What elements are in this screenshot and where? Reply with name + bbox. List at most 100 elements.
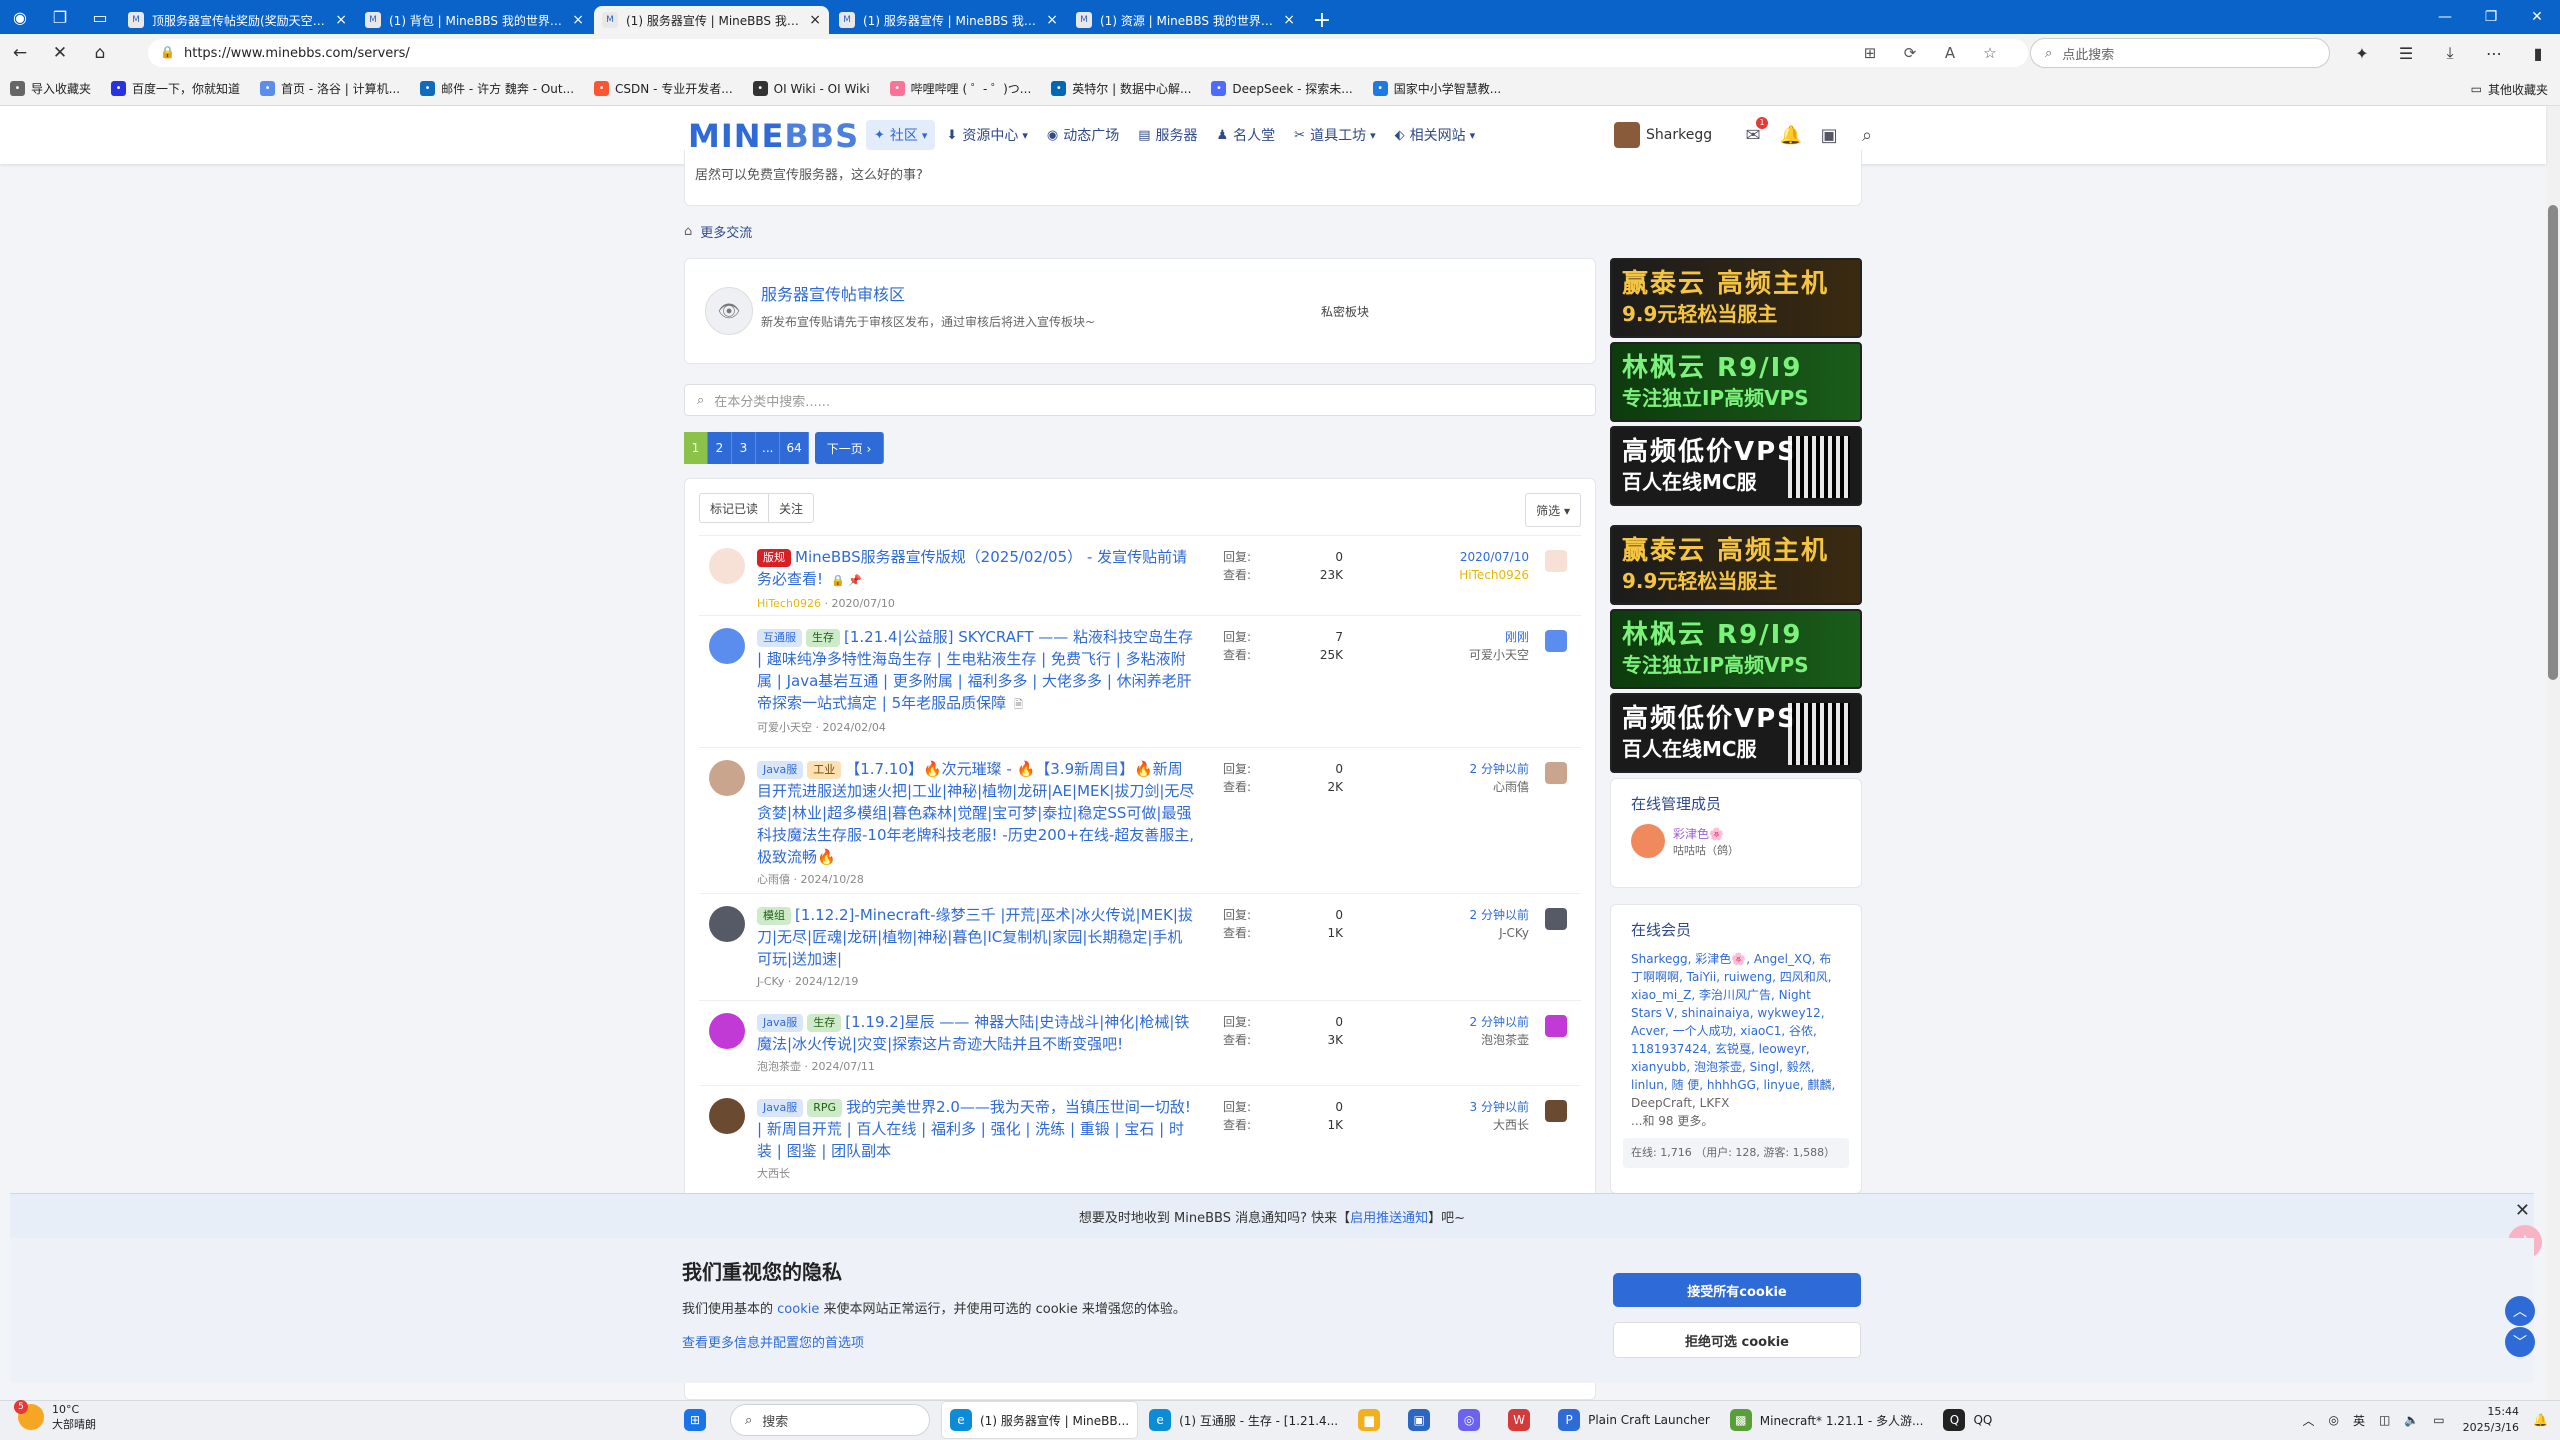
last-poster-avatar[interactable] xyxy=(1545,762,1567,784)
app-available-icon[interactable]: ⊞ xyxy=(1850,44,1890,62)
page-link[interactable]: 2 xyxy=(708,432,732,464)
sidebar-ad-banner[interactable]: 高频低价VPS 百人在线MC服 xyxy=(1610,693,1862,773)
thread-prefix-badge[interactable]: 模组 xyxy=(757,907,791,925)
breadcrumb[interactable]: ⌂ 更多交流 xyxy=(684,222,752,241)
thread-prefix-badge[interactable]: RPG xyxy=(807,1099,843,1117)
nav-item[interactable]: ▤ 服务器 xyxy=(1130,120,1205,150)
table-row[interactable]: Java服 工业 【1.7.10】🔥次元璀璨 - 🔥【3.9新周目】🔥新周目开荒进服… xyxy=(699,747,1581,893)
last-post-user[interactable]: 泡泡茶壶 xyxy=(1470,1031,1529,1049)
last-post-date[interactable]: 2 分钟以前 xyxy=(1470,906,1529,924)
thread-author[interactable]: 心雨僖 xyxy=(757,873,790,886)
taskbar-app[interactable]: ▆ xyxy=(1350,1402,1396,1438)
nav-item[interactable]: ◉ 动态广场 xyxy=(1039,120,1127,150)
taskbar-app[interactable]: ▩ Minecraft* 1.21.1 - 多人游... xyxy=(1722,1402,1932,1438)
enable-push-link[interactable]: 启用推送通知 xyxy=(1350,1207,1428,1226)
browser-search-input[interactable]: ⌕ 点此搜索 xyxy=(2030,38,2330,68)
thread-author-avatar[interactable] xyxy=(709,906,745,942)
favorite-link[interactable]: • 导入收藏夹 xyxy=(10,80,91,97)
thread-date[interactable]: 2020/07/10 xyxy=(831,597,894,610)
table-row[interactable]: 互通服 生存 [1.21.4|公益服] SKYCRAFT —— 粘液科技空岛生存 |… xyxy=(699,615,1581,747)
thread-prefix-badge[interactable]: 工业 xyxy=(807,761,842,779)
conversations-icon[interactable]: ✉ 1 xyxy=(1734,116,1772,146)
table-row[interactable]: Java服 生存 [1.19.2]星辰 —— 神器大陆|史诗战斗|神化|枪械|铁魔法… xyxy=(699,1000,1581,1085)
clock[interactable]: 15:44 2025/3/16 xyxy=(2463,1404,2519,1436)
taskbar-app[interactable]: P Plain Craft Launcher xyxy=(1550,1402,1718,1438)
table-row[interactable]: 模组 [1.12.2]-Minecraft-缘梦三千 |开荒|巫术|冰火传说|ME… xyxy=(699,893,1581,1000)
other-favorites[interactable]: ▭ 其他收藏夹 xyxy=(2471,72,2548,106)
close-window-icon[interactable]: ✕ xyxy=(2514,0,2560,34)
refresh-view-icon[interactable]: ⟳ xyxy=(1890,44,1930,62)
tab-close-icon[interactable]: × xyxy=(335,12,347,28)
tab-close-icon[interactable]: × xyxy=(572,12,584,28)
cookie-link[interactable]: cookie xyxy=(777,1302,819,1317)
wallet-icon[interactable]: ▣ xyxy=(1810,125,1848,146)
minimize-icon[interactable]: — xyxy=(2422,0,2468,34)
thread-prefix-badge[interactable]: 互通服 xyxy=(757,629,802,647)
scroll-up-icon[interactable]: ︿ xyxy=(2505,1296,2535,1326)
network-icon[interactable]: ◫ xyxy=(2379,1413,2390,1427)
profile-icon[interactable]: ◉ xyxy=(0,0,40,34)
thread-author-avatar[interactable] xyxy=(709,760,745,796)
staff-name[interactable]: 彩津色🌸 xyxy=(1673,825,1739,842)
thread-prefix-badge[interactable]: Java服 xyxy=(757,1099,804,1117)
table-row[interactable]: 版规 MineBBS服务器宣传版规（2025/02/05） - 发宣传贴前请务必查… xyxy=(699,535,1581,615)
browser-tab[interactable]: M 顶服务器宣传帖奖励(奖励天空点卡... × xyxy=(120,6,355,34)
sidebar-ad-banner[interactable]: 林枫云 R9/I9 专注独立IP高频VPS xyxy=(1610,609,1862,689)
last-poster-avatar[interactable] xyxy=(1545,1015,1567,1037)
taskbar-app[interactable]: W xyxy=(1500,1402,1546,1438)
read-aloud-icon[interactable]: A xyxy=(1930,44,1970,62)
restore-icon[interactable]: ❐ xyxy=(2468,0,2514,34)
browser-tab[interactable]: M (1) 资源 | MineBBS 我的世界中文... × xyxy=(1068,6,1303,34)
workspaces-icon[interactable]: ❐ xyxy=(40,0,80,34)
url-field[interactable]: 🔒 https://www.minebbs.com/servers/ xyxy=(148,39,2028,67)
back-icon[interactable]: ← xyxy=(0,34,40,72)
table-row[interactable]: Java服 RPG 我的完美世界2.0——我为天帝，当镇压世间一切敌! | 新周目开… xyxy=(699,1085,1581,1199)
reload-stop-icon[interactable]: ✕ xyxy=(40,34,80,72)
members-names[interactable]: Sharkegg, 彩津色🌸, Angel_XQ, 布丁啊啊啊, TaiYii,… xyxy=(1631,952,1835,1092)
page-link[interactable]: 3 xyxy=(732,432,756,464)
thread-author[interactable]: 泡泡茶壶 xyxy=(757,1060,801,1073)
favorite-link[interactable]: • 百度一下，你就知道 xyxy=(111,80,240,97)
thread-prefix-badge[interactable]: Java服 xyxy=(757,761,804,779)
thread-author-avatar[interactable] xyxy=(709,628,745,664)
thread-author[interactable]: J-CKy xyxy=(757,975,784,988)
browser-tab[interactable]: M (1) 服务器宣传 | MineBBS 我的世界... × xyxy=(831,6,1066,34)
extensions-icon[interactable]: ✦ xyxy=(2340,44,2384,63)
site-logo[interactable]: MINE BBS xyxy=(688,116,859,156)
last-post-date[interactable]: 2 分钟以前 xyxy=(1470,1013,1529,1031)
username[interactable]: Sharkegg xyxy=(1646,127,1712,143)
nav-item[interactable]: ✂ 道具工坊 ▾ xyxy=(1286,120,1383,150)
nav-item[interactable]: ⬖ 相关网站 ▾ xyxy=(1387,120,1484,150)
last-post-date[interactable]: 刚刚 xyxy=(1469,628,1529,646)
favorites-icon[interactable]: ☰ xyxy=(2384,44,2428,63)
downloads-icon[interactable]: ⤓ xyxy=(2428,43,2472,63)
last-poster-avatar[interactable] xyxy=(1545,630,1567,652)
sidebar-ad-banner[interactable]: 赢泰云 高频主机 9.9元轻松当服主 xyxy=(1610,525,1862,605)
filter-button[interactable]: 关注 xyxy=(769,493,815,523)
cookie-settings-link[interactable]: 查看更多信息并配置您的首选项 xyxy=(682,1332,864,1351)
favorite-link[interactable]: • 国家中小学智慧教... xyxy=(1372,80,1501,97)
staff-member[interactable]: 彩津色🌸 咕咕咕（鸽） xyxy=(1611,824,1861,858)
close-icon[interactable]: ✕ xyxy=(2515,1200,2530,1221)
filter-dropdown[interactable]: 筛选 ▾ xyxy=(1525,493,1581,527)
new-tab-button[interactable]: + xyxy=(1305,6,1339,34)
scroll-down-icon[interactable]: ﹀ xyxy=(2505,1327,2535,1357)
last-post-user[interactable]: 可爱小天空 xyxy=(1469,646,1529,664)
thread-date[interactable]: 2024/07/11 xyxy=(812,1060,875,1073)
thread-author[interactable]: 大西长 xyxy=(757,1167,790,1180)
taskbar-app[interactable]: e (1) 互通服 - 生存 - [1.21.4... xyxy=(1141,1402,1346,1438)
taskbar-app[interactable]: e (1) 服务器宣传 | MineBB... xyxy=(942,1402,1138,1438)
thread-prefix-badge[interactable]: 生存 xyxy=(806,629,840,647)
lock-icon[interactable]: 🔒 xyxy=(160,45,175,59)
accept-cookies-button[interactable]: 接受所有cookie xyxy=(1613,1273,1861,1307)
sidebar-ad-banner[interactable]: 赢泰云 高频主机 9.9元轻松当服主 xyxy=(1610,258,1862,338)
last-post-user[interactable]: 心雨僖 xyxy=(1470,778,1529,796)
page-link[interactable]: 64 xyxy=(780,432,809,464)
taskbar-app[interactable]: ◎ xyxy=(1450,1402,1496,1438)
site-search-icon[interactable]: ⌕ xyxy=(1848,125,1886,146)
sidebar-ad-banner[interactable]: 林枫云 R9/I9 专注独立IP高频VPS xyxy=(1610,342,1862,422)
filter-button[interactable]: 标记已读 xyxy=(699,493,770,523)
last-post-date[interactable]: 2020/07/10 xyxy=(1459,548,1529,566)
more-menu-icon[interactable]: ⋯ xyxy=(2472,44,2516,63)
nav-item[interactable]: ✦ 社区 ▾ xyxy=(866,120,936,150)
